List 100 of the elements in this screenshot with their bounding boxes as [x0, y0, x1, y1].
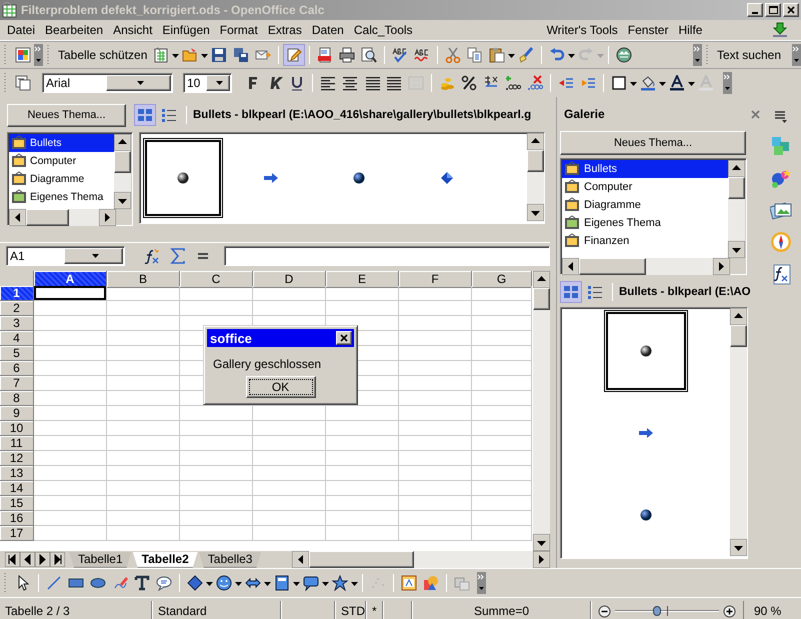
zoom-slider-thumb[interactable]: [652, 606, 661, 616]
undo-icon[interactable]: [549, 47, 566, 63]
scroll-right-button[interactable]: [99, 209, 116, 226]
sheet-cell[interactable]: [253, 526, 326, 541]
scroll-left-button[interactable]: [562, 258, 579, 275]
diamond-icon[interactable]: [187, 575, 203, 591]
sheet-cell[interactable]: [180, 451, 253, 466]
sheet-cell[interactable]: [253, 451, 326, 466]
zoom-in-icon[interactable]: [723, 604, 736, 618]
sheet-cell[interactable]: [253, 436, 326, 451]
font-color-icon[interactable]: [669, 75, 685, 91]
next-sheet-button[interactable]: [35, 552, 50, 567]
sheet-cell[interactable]: [180, 406, 253, 421]
first-sheet-button[interactable]: [5, 552, 20, 567]
toolbar-grip[interactable]: [4, 45, 7, 65]
sheet-cell[interactable]: [472, 391, 532, 406]
sheet-cell[interactable]: [107, 466, 180, 481]
toolbar-grip[interactable]: [4, 573, 7, 593]
sheet-cell[interactable]: [107, 316, 180, 331]
row-header[interactable]: 8: [0, 391, 34, 406]
sheet-cell[interactable]: [253, 406, 326, 421]
sheet-cell[interactable]: [107, 361, 180, 376]
callout-icon[interactable]: [156, 575, 172, 591]
vertical-scrollbar[interactable]: [533, 271, 550, 551]
sheet-cell[interactable]: [399, 511, 472, 526]
previous-sheet-button[interactable]: [20, 552, 35, 567]
sheet-cell[interactable]: [253, 466, 326, 481]
sheet-cell[interactable]: [180, 526, 253, 541]
theme-item[interactable]: Eigenes Thema: [562, 214, 728, 232]
sheet-cell[interactable]: [34, 436, 107, 451]
sheet-cell[interactable]: [34, 301, 107, 316]
row-header[interactable]: 7: [0, 376, 34, 391]
sheet-cell[interactable]: [34, 466, 107, 481]
sheet-cell[interactable]: [107, 421, 180, 436]
row-header[interactable]: 3: [0, 316, 34, 331]
paint-splash-icon[interactable]: [770, 167, 792, 189]
horizontal-scrollbar[interactable]: [9, 209, 116, 226]
theme-item[interactable]: Computer: [9, 152, 114, 170]
toolbar-grip[interactable]: [706, 45, 709, 65]
sheet-tab[interactable]: Tabelle3: [198, 552, 262, 568]
sheet-cell[interactable]: [399, 406, 472, 421]
menu-item[interactable]: Bearbeiten: [40, 21, 108, 39]
speech-bubble-icon[interactable]: [303, 575, 319, 591]
zoom-slider[interactable]: [615, 604, 719, 618]
scroll-down-button[interactable]: [527, 204, 544, 221]
vertical-scrollbar[interactable]: [730, 308, 747, 556]
sheet-cell[interactable]: [180, 511, 253, 526]
menu-item[interactable]: Einfügen: [157, 21, 215, 39]
sheet-cell[interactable]: [253, 421, 326, 436]
save-copies-icon[interactable]: [233, 47, 250, 63]
sheet-cell[interactable]: [472, 421, 532, 436]
pdf-icon[interactable]: [317, 47, 334, 63]
row-header[interactable]: 5: [0, 346, 34, 361]
sheet-cell[interactable]: [107, 511, 180, 526]
formula-input-field[interactable]: [224, 246, 550, 266]
cut-icon[interactable]: [445, 47, 462, 63]
sheet-cell[interactable]: [107, 451, 180, 466]
sheet-cell[interactable]: [399, 436, 472, 451]
flowchart-icon[interactable]: [274, 575, 290, 591]
theme-item[interactable]: Bullets: [562, 160, 728, 178]
sheet-cell[interactable]: [180, 301, 253, 316]
sheet-cell[interactable]: [107, 301, 180, 316]
underline-icon[interactable]: [289, 75, 305, 91]
sheet-cell[interactable]: [472, 376, 532, 391]
menu-item[interactable]: Daten: [306, 21, 349, 39]
delete-decimal-icon[interactable]: [527, 75, 543, 91]
horizontal-scrollbar[interactable]: [562, 258, 730, 275]
overflow-icon[interactable]: [792, 44, 801, 66]
sheet-cell[interactable]: [326, 286, 399, 301]
sheet-cell[interactable]: [253, 286, 326, 301]
sheet-cell[interactable]: [399, 331, 472, 346]
scroll-left-button[interactable]: [9, 209, 26, 226]
row-header[interactable]: 2: [0, 301, 34, 316]
sheet-cell[interactable]: [34, 421, 107, 436]
borders-icon[interactable]: [611, 75, 627, 91]
sheet-cell[interactable]: [180, 436, 253, 451]
align-left-icon[interactable]: [320, 75, 336, 91]
print-icon[interactable]: [339, 47, 356, 63]
sheet-cell[interactable]: [399, 316, 472, 331]
sheet-cell[interactable]: [326, 481, 399, 496]
sheet-cell[interactable]: [326, 301, 399, 316]
sheet-cell[interactable]: [253, 301, 326, 316]
scrollbar-thumb[interactable]: [527, 150, 544, 172]
styles-icon[interactable]: [15, 75, 31, 91]
sheet-cell[interactable]: [399, 526, 472, 541]
save-icon[interactable]: [211, 47, 228, 63]
sheet-cell[interactable]: [399, 391, 472, 406]
scroll-right-button[interactable]: [533, 551, 550, 568]
line-icon[interactable]: [46, 575, 62, 591]
menu-item[interactable]: Format: [214, 21, 263, 39]
sheet-cell[interactable]: [399, 451, 472, 466]
scroll-left-button[interactable]: [292, 551, 310, 568]
zoom-percentage[interactable]: 90 %: [744, 604, 782, 618]
sheet-cell[interactable]: [180, 286, 253, 301]
copy-icon[interactable]: [467, 47, 484, 63]
align-right-icon[interactable]: [364, 75, 380, 91]
list-view-icon[interactable]: [587, 284, 603, 300]
row-header[interactable]: 11: [0, 436, 34, 451]
scroll-down-button[interactable]: [114, 192, 131, 209]
sheet-cell[interactable]: [34, 511, 107, 526]
